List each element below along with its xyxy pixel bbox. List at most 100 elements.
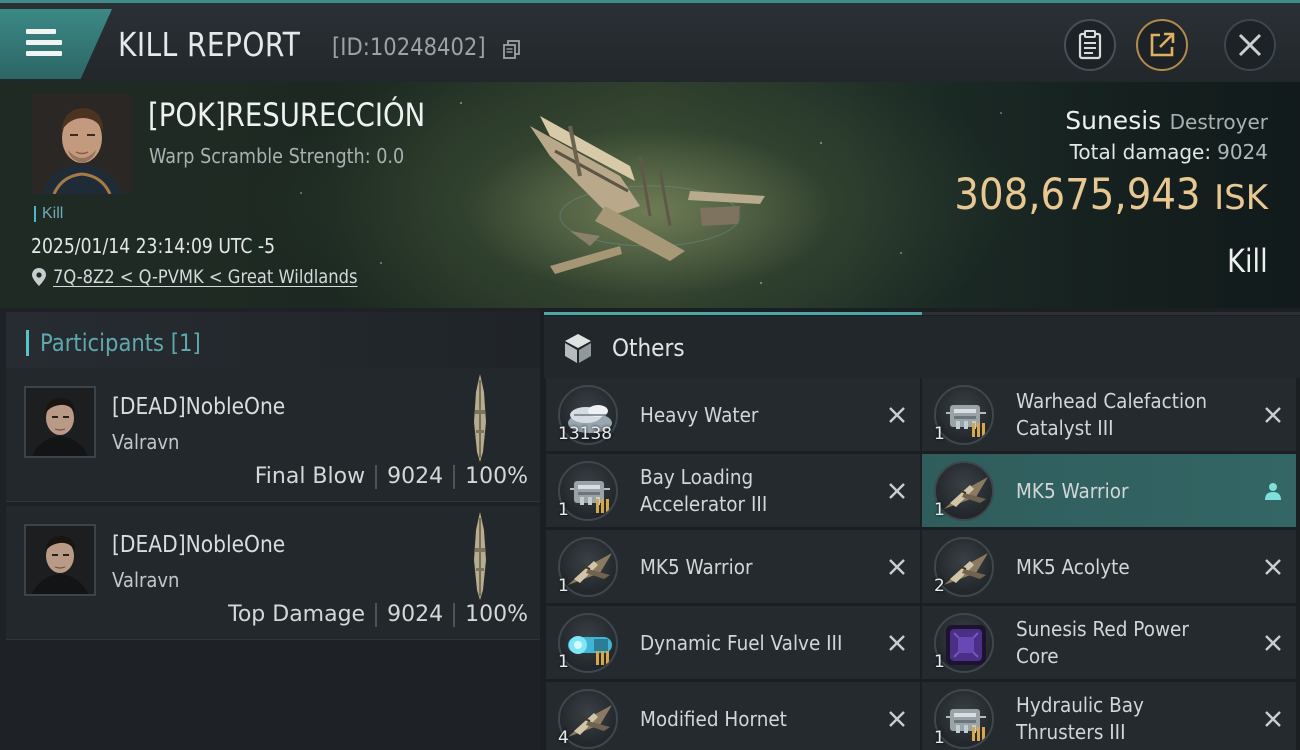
item-name-wrap: MK5 Warrior (640, 530, 880, 604)
ship-name[interactable]: Sunesis (1065, 106, 1161, 135)
avatar[interactable] (24, 524, 96, 596)
copy-icon[interactable] (502, 39, 522, 59)
item-name: Modified Hornet (640, 706, 787, 731)
item-row[interactable]: 2 MK5 Acolyte (922, 530, 1296, 604)
total-damage: Total damage: 9024 (1070, 140, 1268, 164)
item-name-wrap: Dynamic Fuel Valve III (640, 606, 880, 680)
others-label: Others (612, 334, 685, 362)
close-icon (888, 710, 906, 728)
item-quantity: 1 (934, 500, 945, 520)
scroll-progress-fill (544, 312, 922, 315)
isk-unit: ISK (1214, 178, 1268, 218)
share-icon (1150, 32, 1175, 57)
item-name-wrap: Hydraulic Bay Thrusters III (1016, 682, 1256, 750)
scroll-progress-bar (544, 312, 1300, 315)
participant-damage: 9024 (387, 464, 444, 489)
tier-badge (596, 499, 610, 513)
ship-class: Destroyer (1169, 110, 1268, 134)
item-row[interactable]: 1 Dynamic Fuel Valve III (546, 606, 920, 680)
close-icon (1264, 710, 1282, 728)
share-button[interactable] (1136, 19, 1188, 71)
location-pin-icon (32, 268, 46, 286)
close-icon (1264, 406, 1282, 424)
ship-icon (474, 512, 486, 600)
kill-timestamp: 2025/01/14 23:14:09 UTC -5 (31, 234, 276, 258)
result-label: Kill (1227, 242, 1268, 280)
page-title: KILL REPORT (118, 25, 301, 64)
close-icon (1238, 33, 1262, 57)
item-row[interactable]: 1 MK5 Warrior (546, 530, 920, 604)
close-icon (1264, 558, 1282, 576)
item-name: MK5 Warrior (640, 554, 753, 579)
item-row[interactable]: 1 MK5 Warrior (922, 454, 1296, 528)
ship-icon (474, 374, 486, 462)
item-name: MK5 Warrior (1016, 478, 1129, 503)
isk-value-line: 308,675,943 ISK (927, 170, 1268, 220)
participant-percent: 100% (465, 602, 528, 627)
isk-value: 308,675,943 (953, 170, 1201, 220)
ship-info: Sunesis Destroyer (1065, 106, 1268, 135)
tier-badge (972, 423, 986, 437)
close-icon (888, 482, 906, 500)
report-id: [ID:10248402] (332, 33, 486, 61)
item-quantity: 1 (934, 424, 945, 444)
item-row[interactable]: 1 Bay Loading Accelerator III (546, 454, 920, 528)
participant-row[interactable]: [DEAD]NobleOne Valravn Top Damage 9024 1… (6, 506, 540, 640)
victim-banner: [POK]RESURECCIÓN Warp Scramble Strength:… (0, 82, 1300, 308)
close-icon (888, 558, 906, 576)
participant-role: Final Blow (254, 464, 366, 489)
close-icon (1264, 634, 1282, 652)
warp-scramble-strength: Warp Scramble Strength: 0.0 (149, 144, 405, 168)
item-name-wrap: Modified Hornet (640, 682, 880, 750)
participant-role: Top Damage (228, 602, 366, 627)
item-quantity: 1 (558, 652, 569, 672)
avatar[interactable] (24, 386, 96, 458)
clipboard-button[interactable] (1064, 19, 1116, 71)
participants-panel: Participants [1] [DEAD]NobleOne Valravn … (0, 308, 540, 750)
item-quantity: 1 (558, 500, 569, 520)
top-bar: KILL REPORT [ID:10248402] (0, 0, 1300, 82)
item-row[interactable]: 13138 Heavy Water (546, 378, 920, 452)
item-name: Dynamic Fuel Valve III (640, 630, 843, 655)
participant-name: [DEAD]NobleOne (112, 394, 286, 420)
item-row[interactable]: 1 Hydraulic Bay Thrusters III (922, 682, 1296, 750)
item-quantity: 13138 (558, 424, 613, 444)
item-quantity: 4 (558, 728, 569, 748)
total-damage-label: Total damage: (1069, 140, 1212, 164)
victim-avatar[interactable] (32, 94, 132, 194)
item-row[interactable]: 1 Sunesis Red Power Core (922, 606, 1296, 680)
location-link[interactable]: 7Q-8Z2 < Q-PVMK < Great Wildlands (31, 266, 407, 288)
item-name-wrap: Warhead Calefaction Catalyst III (1016, 378, 1256, 452)
participant-damage: 9024 (387, 602, 444, 627)
participant-stats: Top Damage 9024 100% (228, 602, 528, 627)
item-name: Heavy Water (640, 402, 759, 427)
participant-ship: Valravn (112, 430, 180, 454)
close-button[interactable] (1224, 19, 1276, 71)
participant-name: [DEAD]NobleOne (112, 532, 286, 558)
others-panel: Others 13138 Heavy Water 1 Warhead Calefact… (544, 308, 1300, 750)
location-text[interactable]: 7Q-8Z2 < Q-PVMK < Great Wildlands (53, 266, 358, 288)
participant-row[interactable]: [DEAD]NobleOne Valravn Final Blow 9024 1… (6, 368, 540, 502)
total-damage-value: 9024 (1217, 140, 1268, 164)
participants-label: Participants (40, 329, 165, 357)
cube-icon (565, 334, 591, 363)
item-name-wrap: Bay Loading Accelerator III (640, 454, 880, 528)
item-row[interactable]: 4 Modified Hornet (546, 682, 920, 750)
item-quantity: 1 (934, 728, 945, 748)
person-icon (1264, 482, 1282, 500)
others-header: Others (544, 316, 1300, 378)
item-name: MK5 Acolyte (1016, 554, 1130, 579)
victim-name: [POK]RESURECCIÓN (148, 96, 426, 134)
item-row[interactable]: 1 Warhead Calefaction Catalyst III (922, 378, 1296, 452)
item-name: Sunesis Red Power Core (1016, 617, 1189, 668)
item-quantity: 2 (934, 576, 945, 596)
destroyed-ship-image (530, 116, 765, 274)
item-name: Hydraulic Bay Thrusters III (1016, 693, 1144, 744)
participants-header: Participants [1] (6, 312, 540, 370)
participant-ship: Valravn (112, 568, 180, 592)
menu-button[interactable] (0, 9, 112, 79)
kill-tag: Kill (34, 206, 63, 222)
clipboard-icon (1078, 30, 1102, 60)
tier-badge (972, 727, 986, 741)
item-name-wrap: Sunesis Red Power Core (1016, 606, 1256, 680)
